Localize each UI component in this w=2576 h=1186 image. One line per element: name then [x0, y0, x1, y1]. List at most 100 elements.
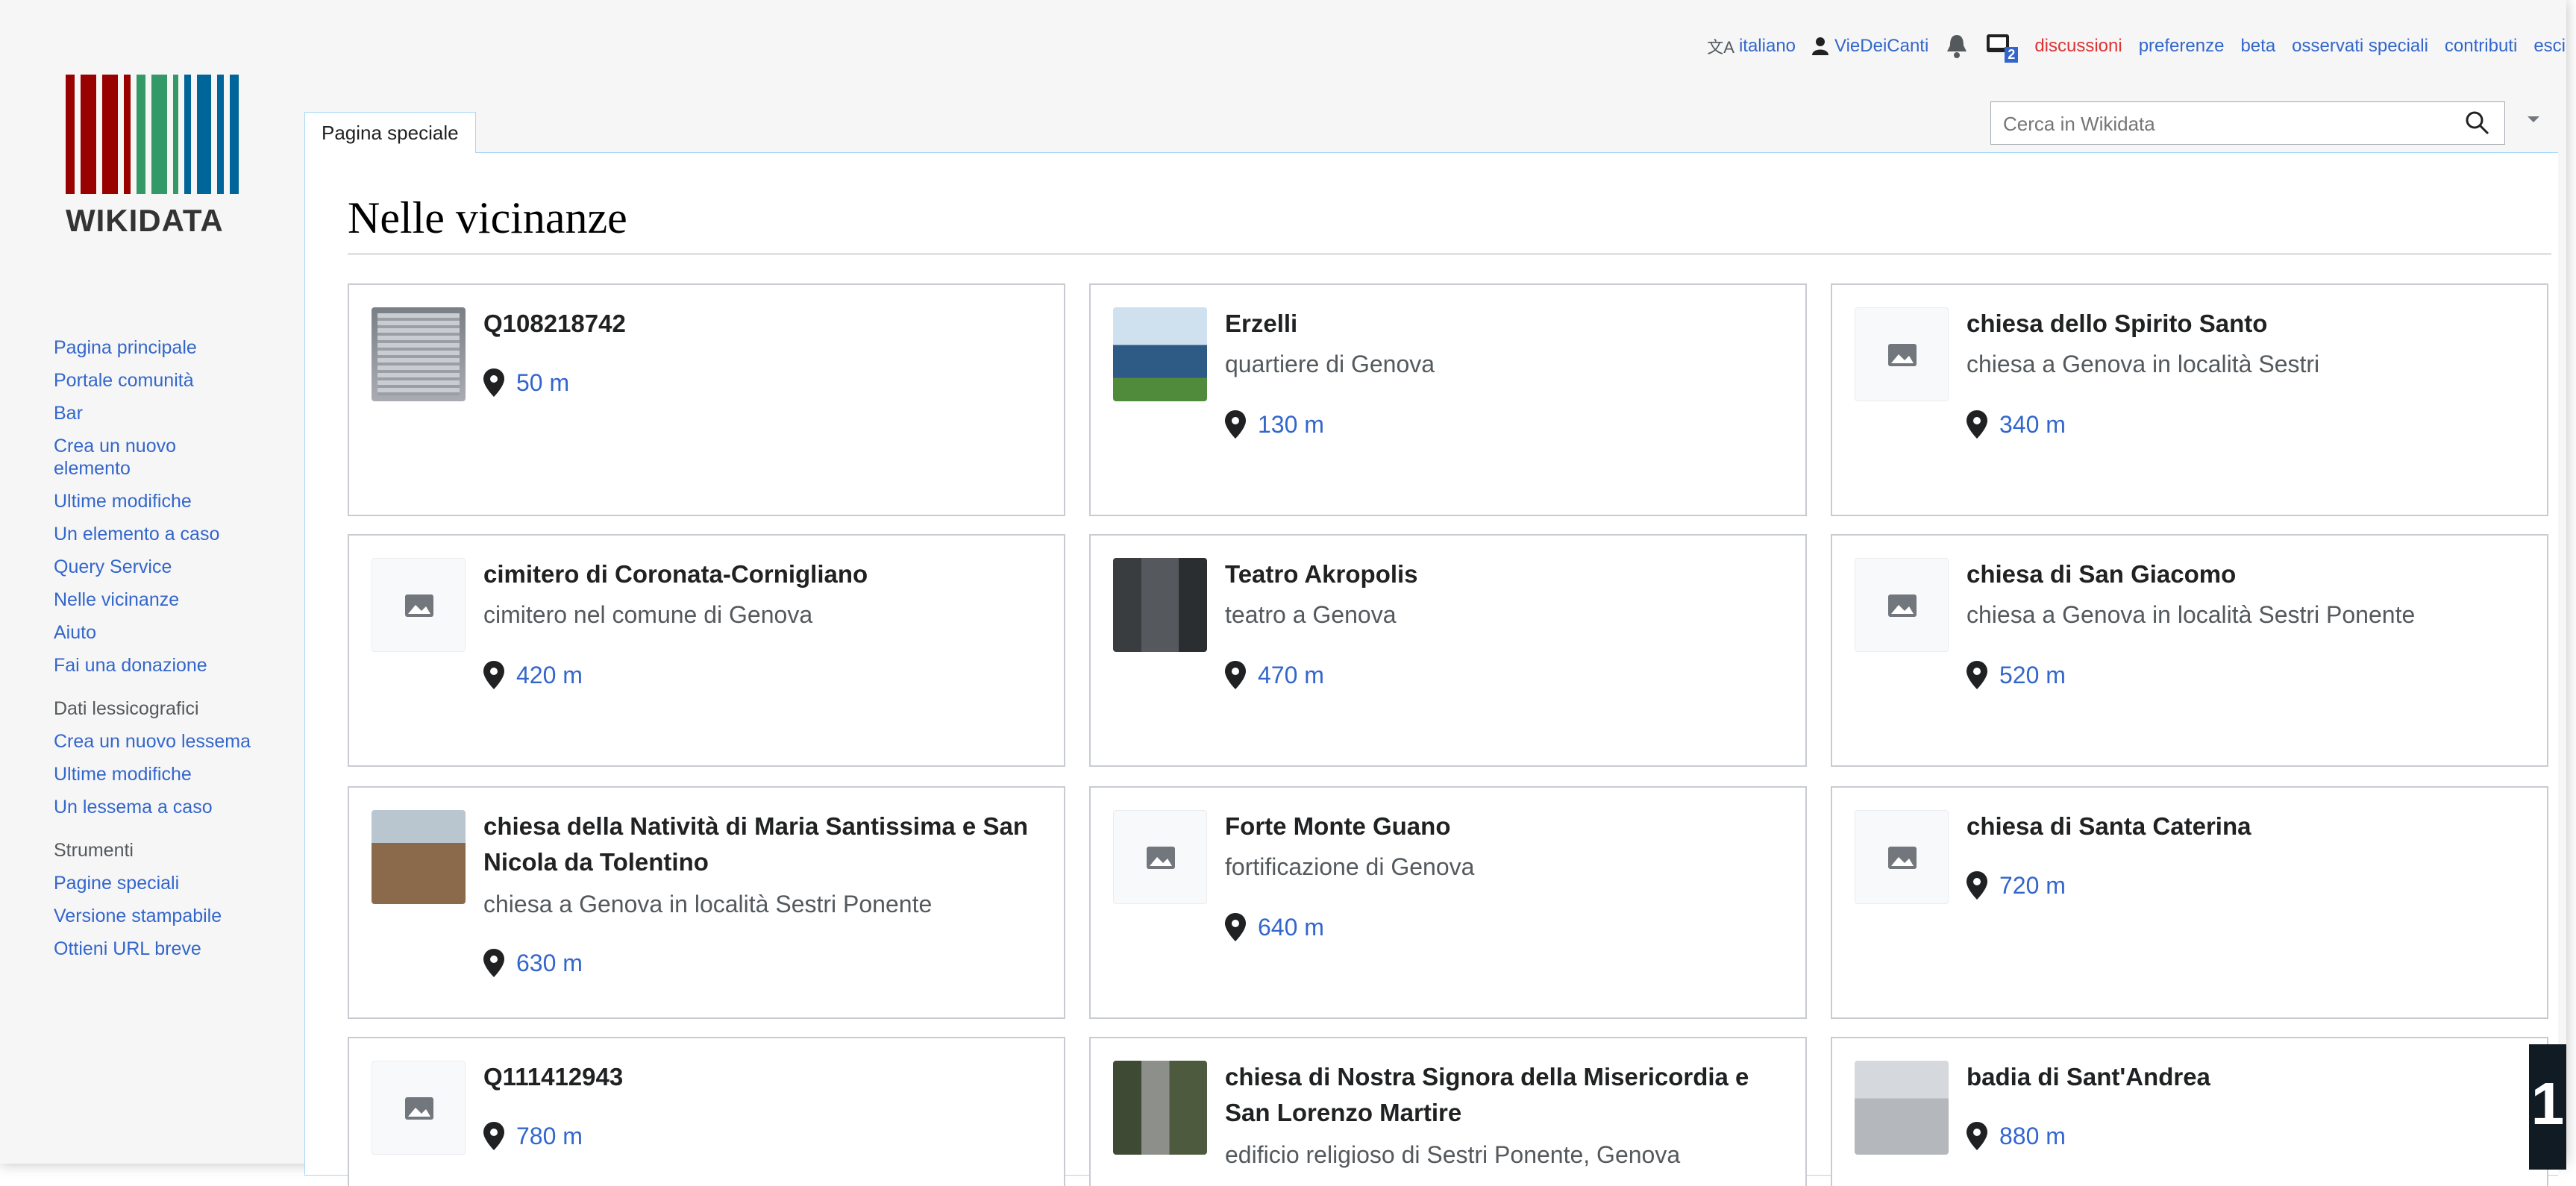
- nearby-card[interactable]: chiesa della Natività di Maria Santissim…: [348, 786, 1065, 1019]
- map-pin-icon: [483, 368, 504, 397]
- nearby-card[interactable]: badia di Sant'Andrea 880 m: [1831, 1037, 2548, 1186]
- sidebar-item-donate[interactable]: Fai una donazione: [54, 649, 251, 682]
- watchlist-link[interactable]: osservati speciali: [2292, 36, 2428, 57]
- thumbnail-placeholder: [1855, 307, 1949, 401]
- map-pin-icon: [483, 1122, 504, 1150]
- sidebar-nav: Pagina principale Portale comunità Bar C…: [54, 331, 251, 965]
- sidebar-item-community-portal[interactable]: Portale comunità: [54, 364, 251, 397]
- distance: 720 m: [1967, 871, 2066, 900]
- nearby-card[interactable]: chiesa di Nostra Signora della Misericor…: [1089, 1037, 1807, 1186]
- nearby-card[interactable]: cimitero di Coronata-Cornigliano cimiter…: [348, 534, 1065, 767]
- plaque-image: [377, 313, 460, 395]
- distance-value: 640 m: [1258, 913, 1324, 941]
- map-pin-icon: [1225, 661, 1246, 689]
- wikidata-logo[interactable]: WIKIDATA: [66, 75, 245, 239]
- distance: 640 m: [1225, 913, 1324, 941]
- item-title[interactable]: chiesa della Natività di Maria Santissim…: [483, 809, 1035, 880]
- nearby-card[interactable]: Q111412943 780 m: [348, 1037, 1065, 1186]
- sidebar-item-printable[interactable]: Versione stampabile: [54, 900, 251, 932]
- distance: 470 m: [1225, 661, 1324, 689]
- nearby-card[interactable]: Erzelli quartiere di Genova 130 m: [1089, 283, 1807, 516]
- distance: 780 m: [483, 1122, 583, 1150]
- search-box[interactable]: [1990, 101, 2505, 145]
- image-placeholder-icon: [1888, 344, 1917, 366]
- sidebar-item-lex-recent-changes[interactable]: Ultime modifiche: [54, 758, 251, 791]
- item-description: chiesa a Genova in località Sestri: [1967, 351, 2320, 377]
- nearby-card[interactable]: Q108218742 50 m: [348, 283, 1065, 516]
- language-link[interactable]: italiano: [1739, 36, 1796, 57]
- item-title[interactable]: chiesa di Santa Caterina: [1967, 809, 2533, 844]
- distance-value: 470 m: [1258, 661, 1324, 688]
- item-title[interactable]: Q111412943: [483, 1059, 1050, 1095]
- language-selector[interactable]: 文A italiano: [1707, 34, 1796, 58]
- sidebar-item-random-lexeme[interactable]: Un lessema a caso: [54, 791, 251, 823]
- item-title[interactable]: chiesa di San Giacomo: [1967, 556, 2533, 592]
- sidebar-item-help[interactable]: Aiuto: [54, 616, 251, 649]
- item-title[interactable]: Erzelli: [1225, 306, 1792, 342]
- item-title[interactable]: chiesa di Nostra Signora della Misericor…: [1225, 1059, 1777, 1131]
- nearby-card[interactable]: chiesa di San Giacomo chiesa a Genova in…: [1831, 534, 2548, 767]
- thumbnail-placeholder: [1855, 810, 1949, 904]
- item-title[interactable]: chiesa dello Spirito Santo: [1967, 306, 2533, 342]
- map-pin-icon: [1225, 410, 1246, 439]
- contributions-link[interactable]: contributi: [2445, 36, 2517, 57]
- preferences-link[interactable]: preferenze: [2139, 36, 2225, 57]
- nearby-card[interactable]: chiesa dello Spirito Santo chiesa a Geno…: [1831, 283, 2548, 516]
- image-placeholder-icon: [1147, 847, 1175, 869]
- image-placeholder-icon: [405, 1097, 433, 1120]
- sidebar-item-create-lexeme[interactable]: Crea un nuovo lessema: [54, 725, 251, 758]
- chevron-down-icon[interactable]: [2525, 112, 2542, 127]
- notices-count-badge: 2: [2005, 47, 2019, 63]
- item-title[interactable]: Q108218742: [483, 306, 1050, 342]
- thumbnail-plaque: [372, 307, 466, 401]
- sidebar-item-query-service[interactable]: Query Service: [54, 550, 251, 583]
- distance: 520 m: [1967, 661, 2066, 689]
- bell-icon[interactable]: [1945, 34, 1969, 59]
- search-input[interactable]: [1991, 102, 2452, 145]
- map-pin-icon: [483, 661, 504, 689]
- image-placeholder-icon: [1888, 594, 1917, 617]
- distance: 130 m: [1225, 410, 1324, 439]
- distance-value: 520 m: [1999, 661, 2066, 688]
- thumbnail-building: [1113, 307, 1207, 401]
- sidebar-item-nearby[interactable]: Nelle vicinanze: [54, 583, 251, 616]
- sidebar-item-recent-changes[interactable]: Ultime modifiche: [54, 485, 251, 518]
- sidebar-heading-tools: Strumenti: [54, 840, 134, 861]
- nearby-card[interactable]: Teatro Akropolis teatro a Genova 470 m: [1089, 534, 1807, 767]
- sidebar-item-short-url[interactable]: Ottieni URL breve: [54, 932, 251, 965]
- map-pin-icon: [483, 949, 504, 977]
- item-title[interactable]: Teatro Akropolis: [1225, 556, 1792, 592]
- logo-wordmark: WIKIDATA: [66, 203, 224, 238]
- sidebar-item-create-item[interactable]: Crea un nuovo elemento: [54, 435, 195, 480]
- map-pin-icon: [1225, 913, 1246, 941]
- username-link[interactable]: VieDeiCanti: [1834, 36, 1928, 57]
- tab-special-page[interactable]: Pagina speciale: [304, 112, 476, 153]
- thumbnail-placeholder: [1113, 810, 1207, 904]
- user-menu[interactable]: VieDeiCanti: [1812, 36, 1928, 57]
- distance-value: 50 m: [516, 368, 570, 396]
- item-title[interactable]: badia di Sant'Andrea: [1967, 1059, 2533, 1095]
- logout-link[interactable]: esci: [2533, 36, 2566, 57]
- notices-button[interactable]: 2: [1985, 33, 2019, 63]
- distance-value: 880 m: [1999, 1122, 2066, 1149]
- sidebar-item-bar[interactable]: Bar: [54, 397, 251, 430]
- distance: 50 m: [483, 368, 569, 397]
- item-description: cimitero nel comune di Genova: [483, 601, 813, 628]
- translate-icon: 文A: [1707, 38, 1734, 57]
- thumbnail-placeholder: [1855, 558, 1949, 652]
- sidebar-item-main-page[interactable]: Pagina principale: [54, 331, 251, 364]
- sidebar-item-random-item[interactable]: Un elemento a caso: [54, 518, 251, 550]
- nearby-card[interactable]: chiesa di Santa Caterina 720 m: [1831, 786, 2548, 1019]
- corner-step-badge: 1: [2529, 1044, 2566, 1170]
- distance-value: 340 m: [1999, 410, 2066, 438]
- distance: 880 m: [1967, 1122, 2066, 1150]
- item-title[interactable]: Forte Monte Guano: [1225, 809, 1792, 844]
- thumbnail-abbey: [1855, 1061, 1949, 1155]
- beta-link[interactable]: beta: [2240, 36, 2275, 57]
- nearby-card[interactable]: Forte Monte Guano fortificazione di Geno…: [1089, 786, 1807, 1019]
- sidebar-item-special-pages[interactable]: Pagine speciali: [54, 867, 251, 900]
- talk-link[interactable]: discussioni: [2034, 36, 2122, 57]
- search-icon[interactable]: [2464, 110, 2491, 137]
- item-description: chiesa a Genova in località Sestri Ponen…: [1967, 601, 2416, 628]
- item-title[interactable]: cimitero di Coronata-Cornigliano: [483, 556, 1050, 592]
